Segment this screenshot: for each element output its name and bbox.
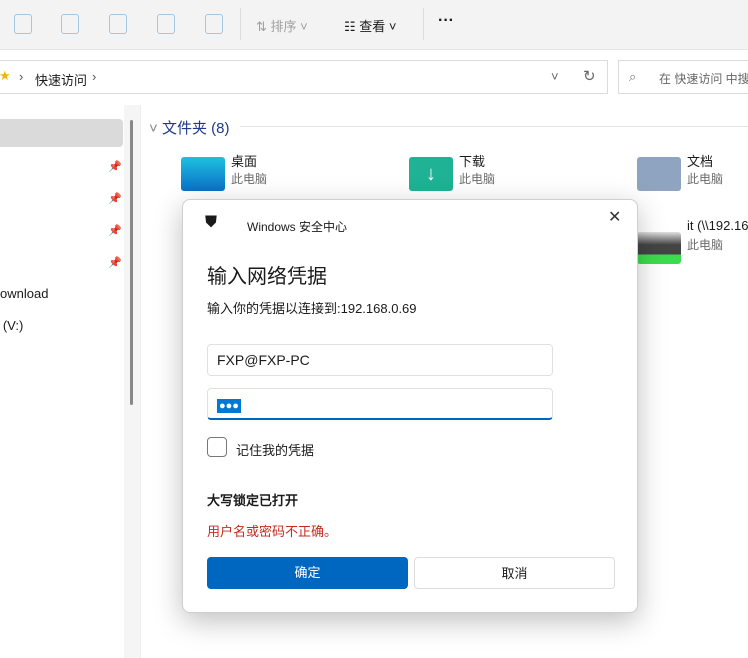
shield-icon: ⛊ <box>205 214 218 231</box>
breadcrumb[interactable]: 快速访问 <box>35 70 87 89</box>
refresh-icon[interactable]: ↻ <box>583 67 596 85</box>
pin-icon: 📌 <box>108 161 122 173</box>
chevron-down-icon: ˅ <box>149 120 162 137</box>
dialog-subtitle: 输入你的凭据以连接到:192.168.0.69 <box>207 301 417 316</box>
sidebar-item-download[interactable]: ownload <box>0 286 48 301</box>
search-icon: ⌕ <box>629 69 637 84</box>
view-icon: ☷ <box>344 19 360 34</box>
dialog-heading: 输入网络凭据 <box>207 266 327 288</box>
dialog-app-title: Windows 安全中心 <box>247 220 348 234</box>
error-message: 用户名或密码不正确。 <box>207 524 338 539</box>
network-drive-icon <box>637 232 681 264</box>
pin-icon: 📌 <box>108 225 122 237</box>
capslock-warning: 大写锁定已打开 <box>207 493 299 508</box>
username-field[interactable]: FXP@FXP-PC <box>207 344 553 376</box>
sort-icon: ⇅ <box>256 19 271 34</box>
address-bar[interactable]: ★ › 快速访问 › ˅ ↻ <box>0 60 608 94</box>
paste-icon[interactable] <box>61 14 79 34</box>
section-header[interactable]: ˅ 文件夹 (8) <box>149 117 229 138</box>
folder-icon <box>181 157 225 191</box>
search-input[interactable]: ⌕ 在 快速访问 中搜 <box>618 60 748 94</box>
star-icon: ★ <box>0 68 11 83</box>
rename-icon[interactable] <box>109 14 127 34</box>
more-button[interactable]: ··· <box>438 12 454 30</box>
view-button[interactable]: ☷ 查看 ˅ <box>344 16 397 35</box>
sidebar: 📌 📌 📌 📌 ownload a (V:) <box>0 110 124 658</box>
delete-icon[interactable] <box>205 14 223 34</box>
cancel-button[interactable]: 取消 <box>414 557 615 589</box>
close-icon[interactable]: ✕ <box>608 207 621 227</box>
pin-icon: 📌 <box>108 257 122 269</box>
password-field[interactable]: ●●● <box>207 388 553 420</box>
toolbar: ⇅ 排序 ˅ ☷ 查看 ˅ ··· <box>0 0 748 50</box>
sidebar-item-drive[interactable]: a (V:) <box>0 318 23 333</box>
sort-button[interactable]: ⇅ 排序 ˅ <box>256 16 308 35</box>
sidebar-item-selected[interactable] <box>0 119 123 147</box>
share-icon[interactable] <box>157 14 175 34</box>
chevron-down-icon[interactable]: ˅ <box>551 69 559 84</box>
remember-label[interactable]: 记住我的凭据 <box>236 440 314 459</box>
remember-checkbox[interactable] <box>207 437 227 457</box>
copy-icon[interactable] <box>14 14 32 34</box>
ok-button[interactable]: 确定 <box>207 557 408 589</box>
scrollbar[interactable] <box>130 120 133 405</box>
credentials-dialog: ⛊ Windows 安全中心 ✕ 输入网络凭据 输入你的凭据以连接到:192.1… <box>182 199 638 613</box>
documents-folder-icon <box>637 157 681 191</box>
download-folder-icon: ↓ <box>409 157 453 191</box>
pin-icon: 📌 <box>108 193 122 205</box>
